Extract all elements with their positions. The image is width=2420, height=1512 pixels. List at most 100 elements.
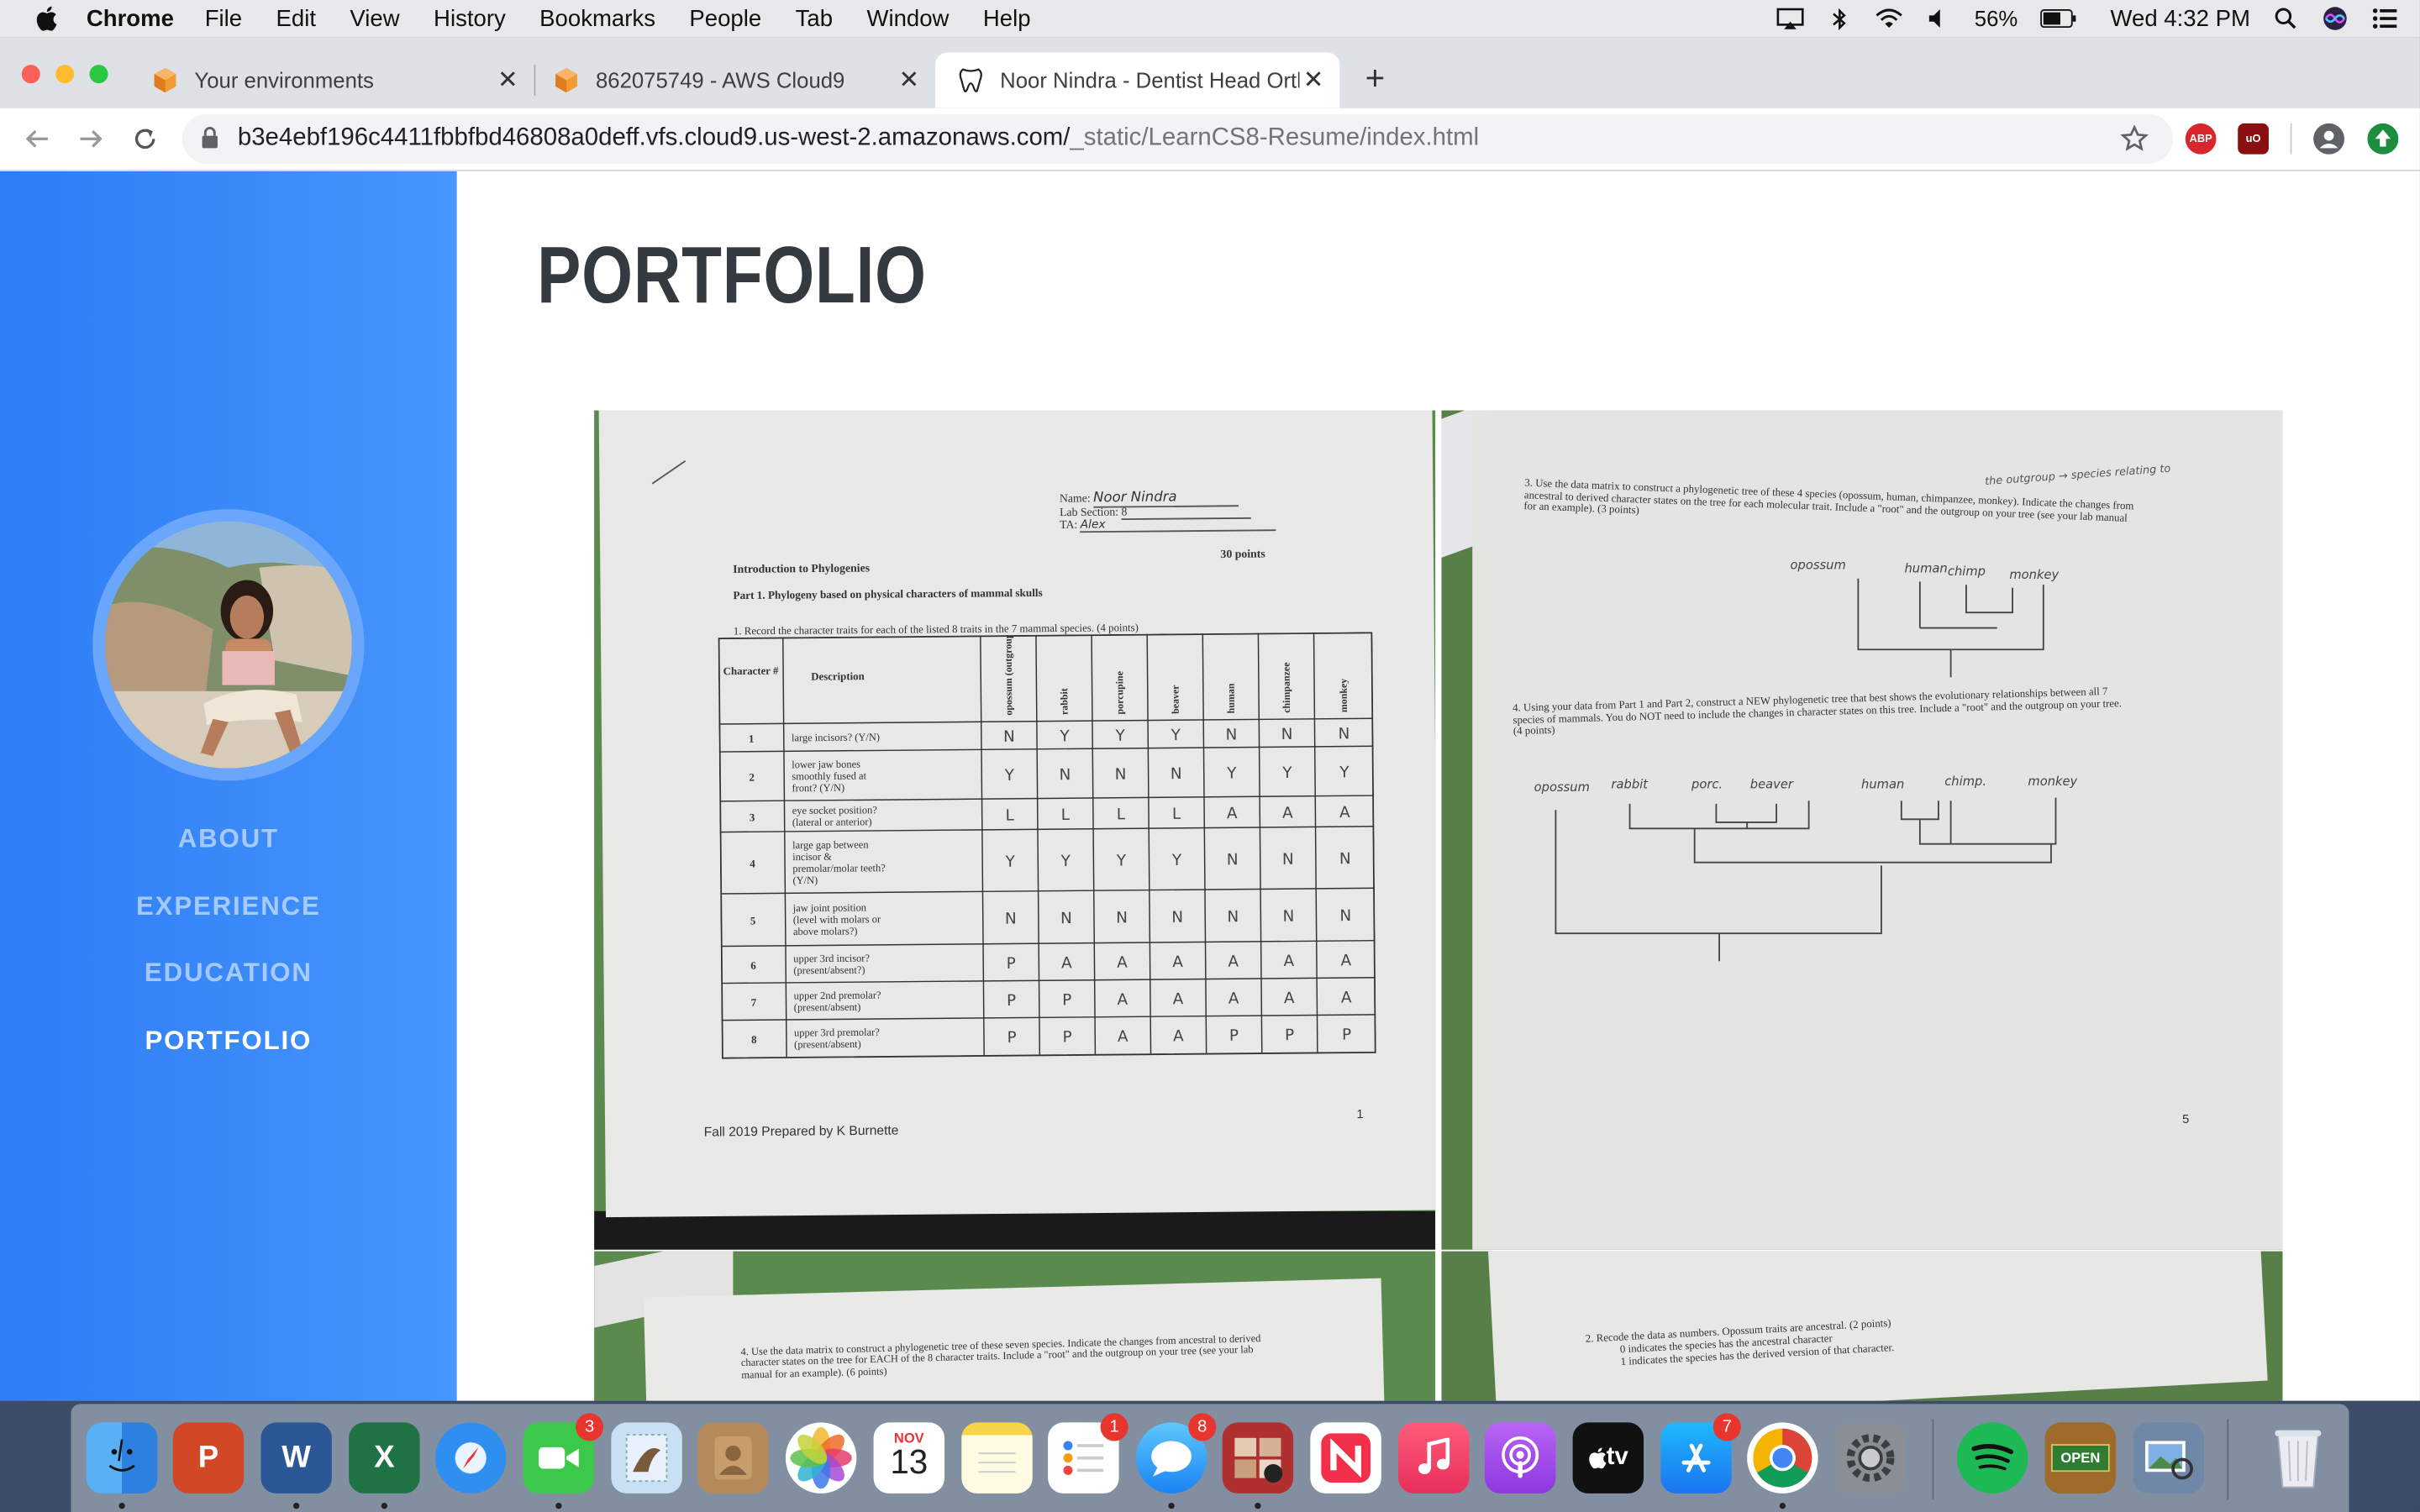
ublock-origin-icon[interactable]: uO — [2238, 123, 2269, 155]
menu-window[interactable]: Window — [866, 5, 949, 31]
row-description: lower jaw bonessmoothly fused atfront? (… — [792, 759, 867, 795]
messages-icon[interactable]: 8 — [1135, 1413, 1217, 1494]
running-indicator — [555, 1502, 562, 1509]
spotify-icon[interactable] — [1956, 1422, 2028, 1494]
trait-value: A — [1061, 954, 1072, 972]
portfolio-photo-worksheet-page-4[interactable]: 4. Use the data matrix to construct a ph… — [594, 1251, 1436, 1401]
reload-icon[interactable] — [128, 122, 161, 155]
notes-icon[interactable] — [961, 1422, 1033, 1494]
tree-2-label-human: human — [1861, 778, 1904, 792]
menu-edit[interactable]: Edit — [276, 5, 316, 31]
row-description: large gap betweenincisor &premolar/molar… — [792, 838, 886, 886]
nav-experience-link[interactable]: EXPERIENCE — [0, 892, 457, 923]
trait-value: P — [1007, 1029, 1016, 1047]
address-bar[interactable]: b3e4ebf196c4411fbbfbd46808a0deff.vfs.clo… — [182, 113, 2174, 164]
word-icon[interactable]: W — [260, 1422, 332, 1494]
trait-value: A — [1341, 989, 1352, 1006]
url-path: _static/LearnCS8-Resume/index.html — [1070, 124, 1480, 151]
close-tab-icon[interactable]: ✕ — [1300, 66, 1328, 94]
tab-aws-cloud9[interactable]: 862075749 - AWS Cloud9 ✕ — [531, 52, 935, 108]
nav-about-link[interactable]: ABOUT — [0, 824, 457, 855]
apple-tv-icon[interactable]: tv — [1572, 1422, 1644, 1494]
part-heading: Part 1. Phylogeny based on physical char… — [733, 586, 1043, 602]
tab-noor-nindra[interactable]: Noor Nindra - Dentist Head Orth ✕ — [935, 52, 1340, 108]
profile-avatar-icon[interactable] — [2313, 123, 2344, 155]
trait-value: N — [1060, 766, 1071, 784]
photos-icon[interactable] — [785, 1422, 857, 1494]
photo-booth-icon[interactable] — [1222, 1422, 1294, 1494]
wifi-icon[interactable] — [1876, 8, 1903, 29]
tab-title: Noor Nindra - Dentist Head Orth — [1000, 67, 1300, 93]
portfolio-photo-worksheet-page-2[interactable]: 2. Recode the data as numbers. Opossum t… — [1441, 1251, 2283, 1401]
powerpoint-icon[interactable]: P — [172, 1422, 245, 1494]
news-icon[interactable] — [1310, 1422, 1381, 1494]
header-species: monkey — [1338, 679, 1349, 713]
question-2-partial: 2. Recode the data as numbers. Opossum t… — [1585, 1317, 1894, 1370]
tab-your-environments[interactable]: Your environments ✕ — [129, 52, 534, 108]
safari-icon[interactable] — [434, 1422, 507, 1494]
forward-arrow-icon[interactable] — [74, 122, 108, 155]
clock[interactable]: Wed 4:32 PM — [2110, 5, 2249, 31]
contacts-icon[interactable] — [697, 1422, 769, 1494]
back-arrow-icon[interactable] — [20, 122, 54, 155]
menu-help[interactable]: Help — [983, 5, 1031, 31]
menu-file[interactable]: File — [205, 5, 242, 31]
nav-portfolio-link[interactable]: PORTFOLIO — [0, 1026, 457, 1057]
facetime-icon[interactable]: 3 — [523, 1413, 604, 1494]
url-text[interactable]: b3e4ebf196c4411fbbfbd46808a0deff.vfs.clo… — [238, 125, 1479, 153]
trash-icon[interactable] — [2263, 1422, 2333, 1493]
adblock-plus-icon[interactable]: ABP — [2185, 123, 2217, 155]
portfolio-photo-worksheet-page-5[interactable]: the outgroup → species relating to 3. Us… — [1441, 410, 2283, 1250]
music-icon[interactable] — [1398, 1422, 1470, 1494]
apple-icon[interactable] — [34, 6, 58, 31]
lock-icon[interactable] — [201, 127, 219, 158]
finder-icon[interactable] — [86, 1422, 158, 1494]
preview-icon[interactable] — [2133, 1422, 2204, 1494]
close-window-button[interactable] — [21, 65, 40, 84]
mail-stamp-icon[interactable] — [611, 1422, 682, 1494]
tree-1-label-opossum: opossum — [1791, 559, 1846, 573]
menu-bookmarks[interactable]: Bookmarks — [539, 5, 655, 31]
menu-people[interactable]: People — [689, 5, 761, 31]
battery-icon[interactable] — [2039, 8, 2080, 29]
app-store-icon[interactable]: 7 — [1660, 1413, 1741, 1494]
bookmark-star-icon[interactable] — [2120, 124, 2149, 160]
nav-education-link[interactable]: EDUCATION — [0, 958, 457, 990]
portfolio-photo-worksheet-page-1[interactable]: Name: Noor Nindra Lab Section: 8 TA: Ale… — [594, 410, 1436, 1250]
zoom-window-button[interactable] — [89, 65, 108, 84]
close-tab-icon[interactable]: ✕ — [895, 66, 923, 94]
trait-value: A — [1173, 1027, 1184, 1045]
menu-tab[interactable]: Tab — [796, 5, 833, 31]
notification-center-icon[interactable] — [2370, 8, 2398, 29]
chrome-icon[interactable] — [1747, 1422, 1818, 1494]
podcasts-icon[interactable] — [1484, 1422, 1556, 1494]
trait-value: N — [1225, 727, 1237, 744]
menu-history[interactable]: History — [434, 5, 506, 31]
reminders-icon[interactable]: 1 — [1048, 1413, 1128, 1494]
excel-icon[interactable]: X — [349, 1422, 420, 1494]
airplay-icon[interactable] — [1777, 8, 1805, 29]
tree-1-label-monkey: monkey — [2009, 568, 2059, 582]
table-row-line — [720, 887, 1375, 895]
table-row-line — [718, 745, 1374, 753]
system-preferences-icon[interactable] — [1834, 1422, 1907, 1494]
trait-value: Y — [1281, 764, 1292, 782]
table-row-line — [718, 717, 1374, 725]
calendar-icon[interactable]: NOV 13 — [873, 1422, 945, 1494]
menu-app-name[interactable]: Chrome — [87, 5, 174, 31]
open-sign-app-icon[interactable]: OPEN — [2044, 1422, 2117, 1494]
trait-value: A — [1172, 953, 1183, 971]
siri-icon[interactable] — [2321, 7, 2349, 30]
minimize-window-button[interactable] — [55, 65, 75, 84]
ta-value: Alex — [1080, 515, 1276, 533]
dock-divider — [2227, 1419, 2229, 1500]
bluetooth-icon[interactable] — [1826, 7, 1854, 30]
menu-view[interactable]: View — [350, 5, 399, 31]
trait-value: N — [1227, 851, 1239, 869]
volume-icon[interactable] — [1925, 8, 1953, 29]
new-tab-button[interactable]: + — [1358, 59, 1392, 97]
update-chrome-icon[interactable] — [2367, 123, 2399, 155]
trait-value: A — [1284, 953, 1295, 970]
spotlight-search-icon[interactable] — [2272, 8, 2300, 29]
close-tab-icon[interactable]: ✕ — [494, 66, 522, 94]
